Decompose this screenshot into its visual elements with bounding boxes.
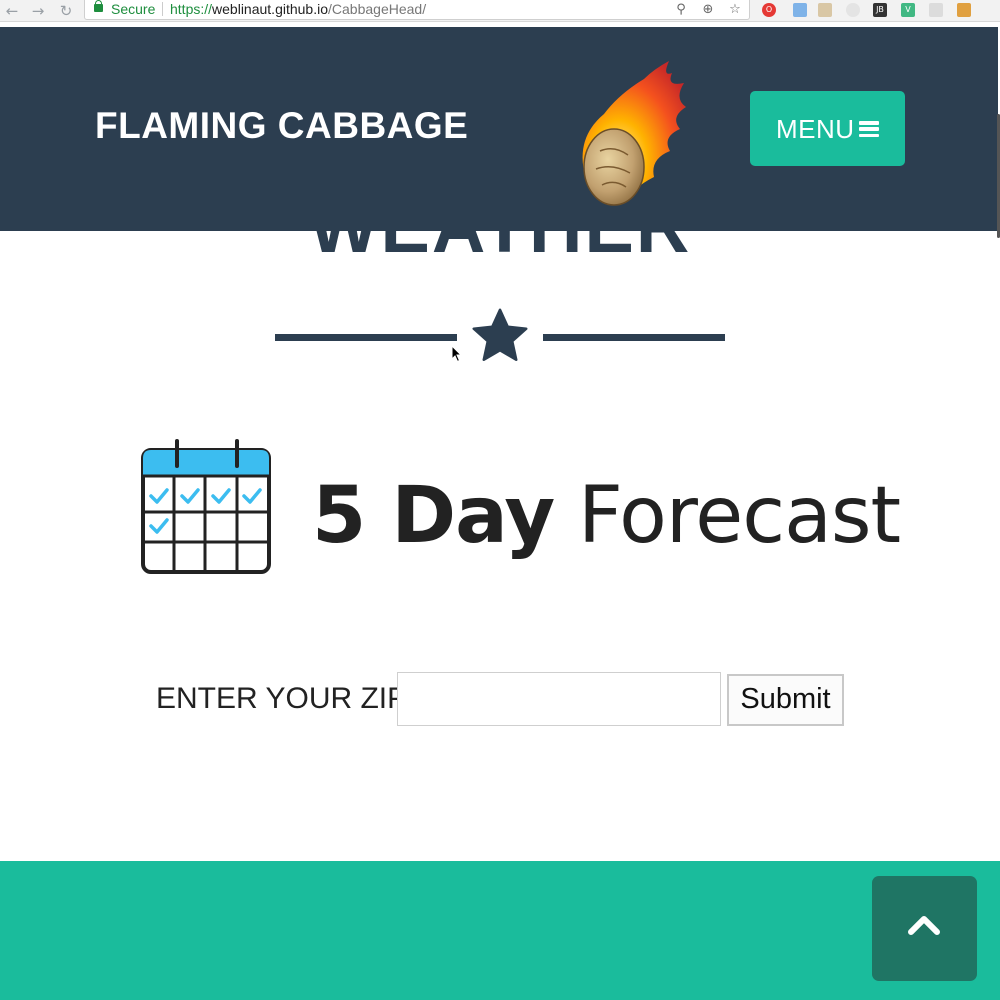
divider-line-left: [275, 334, 457, 341]
mouse-cursor-icon: [451, 345, 463, 363]
arrow-right-icon[interactable]: →: [28, 1, 48, 21]
page: ← → ↻ Secure https://weblinaut.github.io…: [0, 0, 1000, 1000]
circle-extension-icon[interactable]: [846, 3, 860, 17]
footer: [0, 861, 1000, 1000]
address-separator: [162, 2, 163, 16]
vue-devtools-icon[interactable]: V: [901, 3, 915, 17]
eyedropper-extension-icon[interactable]: [793, 3, 807, 17]
bookmark-star-icon[interactable]: ☆: [726, 0, 744, 20]
browser-toolbar: ← → ↻ Secure https://weblinaut.github.io…: [0, 0, 1000, 22]
chevron-up-icon: [908, 916, 940, 935]
divider-line-right: [543, 334, 725, 341]
secure-label: Secure: [111, 1, 156, 17]
flaming-cabbage-icon: [582, 61, 686, 206]
doge-extension-icon[interactable]: [957, 3, 971, 17]
calendar-icon: [141, 439, 271, 574]
reload-icon[interactable]: ↻: [56, 1, 76, 21]
forecast-heading-light: Forecast: [554, 471, 901, 561]
url-scheme: https://: [170, 1, 213, 17]
url-path: /CabbageHead/: [328, 1, 427, 17]
hamburger-icon: [859, 121, 879, 138]
forecast-heading: 5 Day Forecast: [312, 466, 901, 566]
forecast-heading-bold: 5 Day: [312, 471, 555, 561]
lock-icon: [94, 0, 103, 12]
ruler-extension-icon[interactable]: [818, 3, 832, 17]
comment-extension-icon[interactable]: [929, 3, 943, 17]
jetbrains-extension-icon[interactable]: JB: [873, 3, 887, 17]
submit-button[interactable]: Submit: [727, 674, 844, 726]
url-host: weblinaut.github.io: [212, 1, 329, 17]
zip-label: ENTER YOUR ZIP: [156, 682, 408, 715]
url-text: https://weblinaut.github.io/CabbageHead/: [170, 1, 426, 18]
forecast-logo: 5 Day Forecast: [140, 438, 901, 578]
brand-link[interactable]: FLAMING CABBAGE: [95, 105, 468, 147]
zip-input[interactable]: [397, 672, 721, 726]
opera-extension-icon[interactable]: O: [762, 3, 776, 17]
address-bar[interactable]: Secure https://weblinaut.github.io/Cabba…: [84, 0, 750, 20]
arrow-left-icon[interactable]: ←: [2, 1, 22, 21]
menu-button[interactable]: MENU: [750, 91, 905, 166]
scroll-top-button[interactable]: [872, 876, 977, 981]
star-icon: [472, 308, 528, 361]
menu-label: MENU: [776, 114, 855, 144]
key-icon[interactable]: ⚲: [672, 0, 690, 20]
navbar: FLAMING CABBAGE MENU: [0, 27, 998, 231]
zoom-icon[interactable]: ⊕: [699, 0, 717, 20]
